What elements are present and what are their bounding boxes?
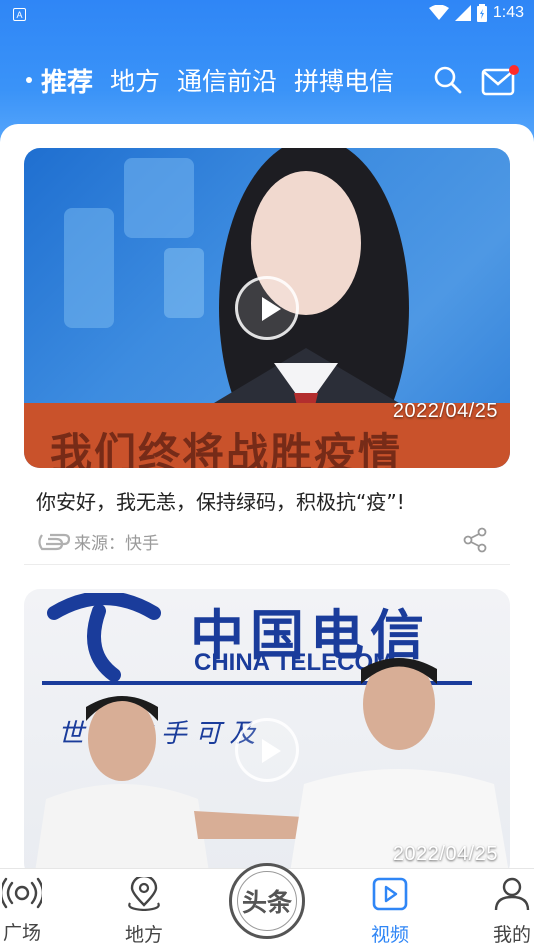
nav-video[interactable]: 视频 [350,877,430,947]
nav-label: 我的 [492,924,531,946]
video-thumbnail[interactable]: 中国电信 CHINA TELECOM 世 界 触 手 可 及 2022/04/2… [24,589,510,868]
category-tabs: 推荐 地方 通信前沿 拼搏电信 [26,60,411,100]
tab-recommended[interactable]: 推荐 [26,62,93,99]
tab-local[interactable]: 地方 [110,62,160,98]
video-card[interactable]: 中国电信 CHINA TELECOM 世 界 触 手 可 及 2022/04/2… [24,589,510,868]
play-button[interactable] [235,718,299,782]
overlay-caption: 我们终将战胜疫情 [50,429,403,468]
wifi-icon [428,5,449,20]
video-card[interactable]: 我们终将战胜疫情 2022/04/25 你安好，我无恙，保持绿码，积极抗“疫”!… [24,148,510,565]
location-pin-icon [128,874,160,912]
source-label: 来源：快手 [74,534,159,554]
messages-button[interactable] [481,65,519,97]
nav-label: 视频 [370,924,409,946]
source: 来源：快手 [36,529,159,554]
tab-telecom-striving[interactable]: 拼搏电信 [294,62,394,98]
video-play-icon [372,877,408,911]
battery-icon [476,4,487,22]
publish-date: 2022/04/25 [392,400,498,422]
share-button[interactable] [462,527,488,557]
signal-icon [454,5,471,21]
user-icon [494,877,530,911]
card-divider [24,564,510,565]
search-button[interactable] [432,64,464,96]
search-icon [434,66,462,94]
nav-square[interactable]: 广场 [0,877,62,945]
video-title[interactable]: 你安好，我无恙，保持绿码，积极抗“疫”! [36,486,510,515]
clock: 1:43 [492,4,524,21]
nav-local[interactable]: 地方 [104,874,184,947]
app-notification-icon: A [13,8,26,21]
play-icon [262,739,281,763]
nav-label: 广场 [2,922,41,944]
broadcast-icon [0,877,45,909]
nav-profile[interactable]: 我的 [472,877,534,947]
status-bar: A 1:43 [0,0,534,30]
active-tab-dot [26,77,32,83]
video-feed[interactable]: 我们终将战胜疫情 2022/04/25 你安好，我无恙，保持绿码，积极抗“疫”!… [0,124,534,868]
nav-label: 地方 [124,924,163,946]
tab-telecom-frontier[interactable]: 通信前沿 [177,62,277,98]
video-thumbnail[interactable]: 我们终将战胜疫情 2022/04/25 [24,148,510,468]
unread-badge [509,65,519,75]
kuaishou-logo-icon [38,533,70,550]
play-icon [262,297,281,321]
headlines-ring [237,871,297,931]
video-meta: 来源：快手 [24,521,510,561]
share-icon [463,527,487,553]
nav-headlines-button[interactable]: 头条 [229,863,305,939]
tab-label: 推荐 [41,67,94,98]
publish-date: 2022/04/25 [392,843,498,865]
bottom-navigation: 广场 地方 头条 视频 我的 [0,863,534,951]
play-button[interactable] [235,276,299,340]
